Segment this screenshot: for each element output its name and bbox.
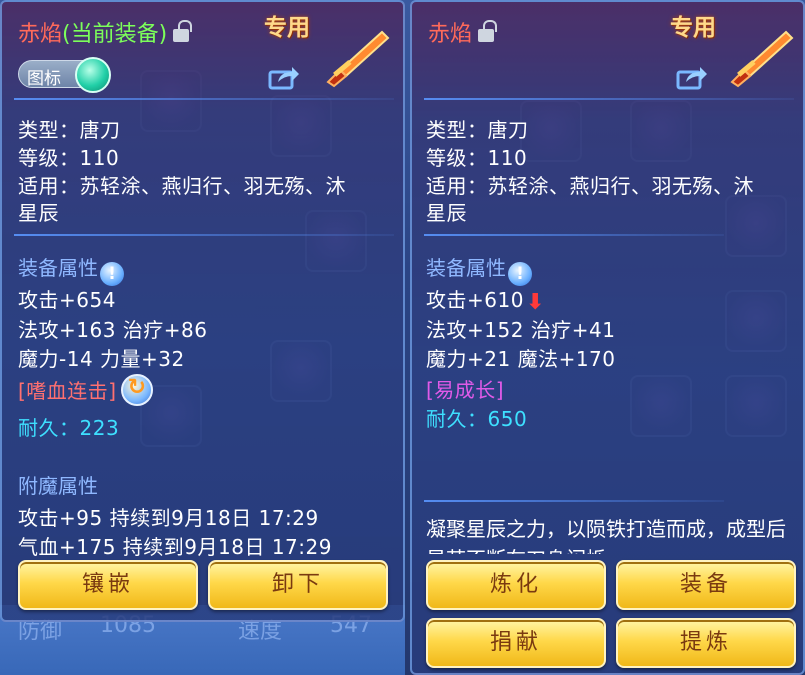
attr-line: 魔力-14 力量+32 [18, 347, 185, 371]
divider [424, 234, 724, 236]
down-arrow-icon: ⬇ [525, 290, 545, 315]
attr-line: 攻击+654 [18, 288, 116, 312]
durability: 耐久：223 [18, 416, 120, 440]
attr-value: 攻击+610 [426, 288, 524, 312]
lock-icon[interactable] [478, 20, 498, 42]
attr-heading: 装备属性! [426, 252, 532, 286]
sword-icon [730, 30, 794, 88]
equipped-item-panel: 赤焰(当前装备) 专用 图标 类型：唐刀 等级：110 适用：苏轻涂、燕归行、羽… [0, 0, 405, 622]
special-label: 专用 [264, 15, 310, 41]
attr-heading: 装备属性! [18, 252, 124, 286]
attr-line: 法攻+163 治疗+86 [18, 318, 208, 342]
item-applicable-cont: 星辰 [426, 201, 467, 225]
share-icon[interactable] [676, 64, 708, 90]
item-applicable: 适用：苏轻涂、燕归行、羽无殇、沐 [18, 174, 346, 198]
donate-button[interactable]: 捐献 [426, 618, 606, 668]
info-icon[interactable]: ! [100, 262, 124, 286]
item-name: 赤焰 [18, 22, 63, 47]
item-level: 等级：110 [18, 146, 120, 170]
enchant-line: 攻击+95 持续到9月18日 17:29 [18, 506, 319, 530]
enchant-line: 气血+175 持续到9月18日 17:29 [18, 535, 332, 559]
attr-heading-text: 装备属性 [426, 256, 506, 280]
attr-line: 法攻+152 治疗+41 [426, 318, 616, 342]
lock-icon[interactable] [173, 20, 193, 42]
skill-name[interactable]: [易成长] [426, 374, 504, 403]
sword-icon [326, 30, 390, 88]
item-type: 类型：唐刀 [18, 118, 121, 142]
divider [424, 500, 724, 502]
item-title: 赤焰 [428, 16, 498, 48]
toggle-knob [75, 57, 111, 93]
equip-button[interactable]: 装备 [616, 560, 796, 610]
extract-button[interactable]: 提炼 [616, 618, 796, 668]
item-description: 凝聚星辰之力，以陨铁打造而成，成型后星芒不断在刀身闪烁 [426, 517, 786, 554]
equipped-status: (当前装备) [62, 22, 168, 47]
divider [14, 98, 394, 100]
info-icon[interactable]: ! [508, 262, 532, 286]
refine-button[interactable]: 炼化 [426, 560, 606, 610]
skill-name[interactable]: [嗜血连击] [18, 379, 117, 403]
item-title: 赤焰(当前装备) [18, 16, 193, 48]
item-name: 赤焰 [428, 22, 473, 47]
refresh-icon[interactable] [120, 374, 153, 406]
compare-item-panel: 赤焰 专用 类型：唐刀 等级：110 适用：苏轻涂、燕归行、羽无殇、沐 星辰 装… [410, 0, 805, 675]
divider [424, 98, 794, 100]
durability: 耐久：650 [426, 407, 528, 431]
icon-toggle-label: 图标 [27, 69, 61, 89]
item-applicable: 适用：苏轻涂、燕归行、羽无殇、沐 [426, 174, 754, 198]
item-type: 类型：唐刀 [426, 118, 529, 142]
enchant-heading: 附魔属性 [18, 474, 98, 498]
attr-line: 攻击+610⬇ [426, 284, 545, 315]
inlay-button[interactable]: 镶嵌 [18, 560, 198, 610]
special-label: 专用 [670, 15, 716, 41]
icon-toggle[interactable]: 图标 [18, 57, 111, 93]
item-applicable-cont: 星辰 [18, 201, 59, 225]
share-icon[interactable] [268, 64, 300, 90]
skill-line: [嗜血连击] [18, 374, 153, 406]
unequip-button[interactable]: 卸下 [208, 560, 388, 610]
attr-heading-text: 装备属性 [18, 256, 98, 280]
attr-line: 魔力+21 魔法+170 [426, 347, 616, 371]
item-level: 等级：110 [426, 146, 528, 170]
divider [14, 234, 394, 236]
